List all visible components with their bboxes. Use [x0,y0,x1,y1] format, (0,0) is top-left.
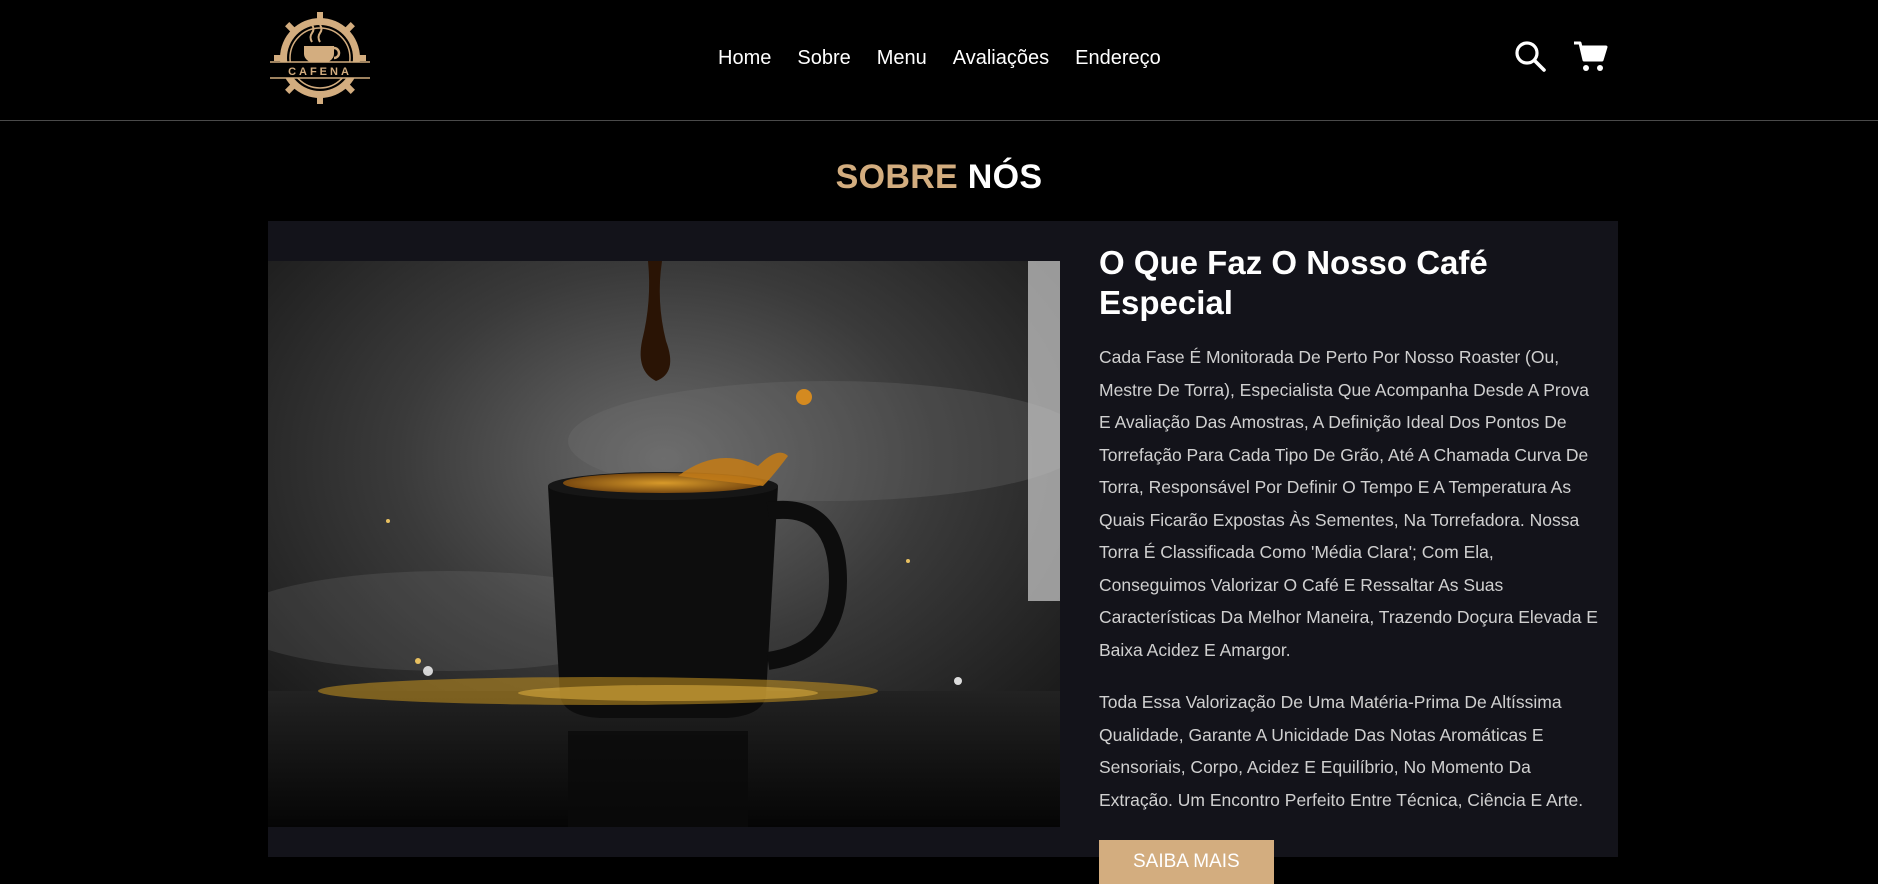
nav-link-avaliacoes[interactable]: Avaliações [953,46,1049,70]
section-title: SOBRE NÓS [0,158,1878,197]
about-content: O Que Faz O Nosso Café Especial Cada Fas… [1099,243,1599,884]
nav-link-menu[interactable]: Menu [877,46,927,70]
site-header: CAFENA Home Sobre Menu Avaliações Endere… [0,0,1878,121]
cart-button[interactable] [1572,38,1608,74]
nav-link-home[interactable]: Home [718,46,771,70]
main-nav: Home Sobre Menu Avaliações Endereço [718,46,1161,70]
section-title-rest: NÓS [967,158,1043,196]
section-title-accent: SOBRE [835,158,959,196]
saiba-mais-button[interactable]: SAIBA MAIS [1099,840,1274,884]
nav-link-endereco[interactable]: Endereço [1075,46,1161,70]
search-button[interactable] [1512,38,1548,74]
about-section: O Que Faz O Nosso Café Especial Cada Fas… [268,221,1618,884]
search-icon [1515,41,1546,72]
cafena-logo[interactable]: CAFENA [266,12,374,104]
about-heading: O Que Faz O Nosso Café Especial [1099,244,1488,321]
cart-icon [1574,41,1608,71]
about-paragraph-2: Toda Essa Valorização De Uma Matéria-Pri… [1099,692,1584,810]
coffee-cup-image [268,261,1060,827]
nav-link-sobre[interactable]: Sobre [797,46,850,70]
about-paragraph-1: Cada Fase É Monitorada De Perto Por Noss… [1099,347,1598,660]
logo-text: CAFENA [288,66,352,78]
